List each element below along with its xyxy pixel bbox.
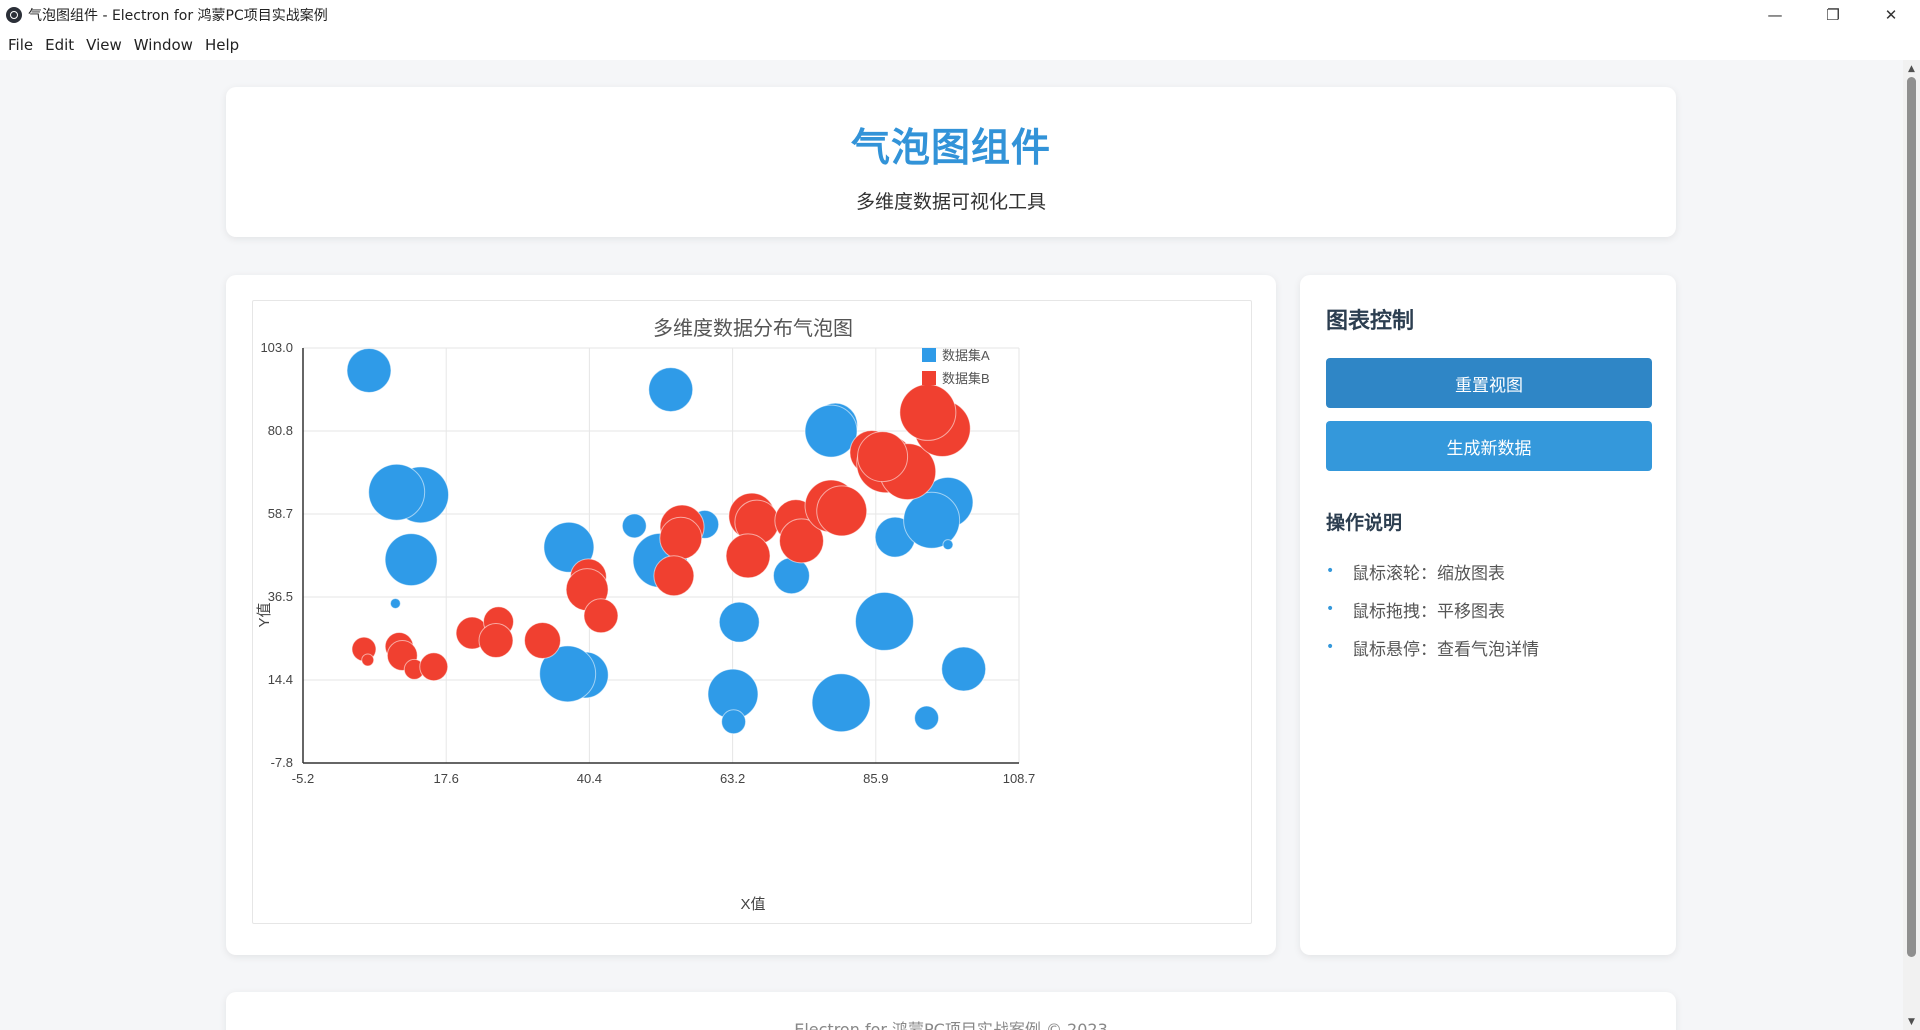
scroll-down-arrow-icon[interactable]: ▼ xyxy=(1903,1013,1920,1030)
bubble-point[interactable] xyxy=(659,516,703,560)
minimize-button[interactable]: — xyxy=(1746,0,1804,30)
chart-legend[interactable]: 数据集A 数据集B xyxy=(922,348,990,386)
chart-frame[interactable]: 多维度数据分布气泡图 -5.2 17.6 40.4 63.2 85.9 108.7 103.… xyxy=(252,300,1252,924)
y-tick-label: 103.0 xyxy=(260,340,293,355)
bubble-point[interactable] xyxy=(389,597,401,609)
menu-edit[interactable]: Edit xyxy=(39,30,80,60)
footer-text: Electron for 鸿蒙PC项目实战案例 © 2023 xyxy=(794,1020,1108,1030)
menu-file[interactable]: File xyxy=(2,30,39,60)
page-title: 气泡图组件 xyxy=(850,126,1051,171)
header-card: 气泡图组件 多维度数据可视化工具 xyxy=(226,87,1676,237)
bubble-point[interactable] xyxy=(361,653,375,667)
y-tick-label: 58.7 xyxy=(268,506,293,521)
bubble-point[interactable] xyxy=(721,709,747,735)
help-item: • 鼠标滚轮：缩放图表 xyxy=(1326,552,1539,590)
bubble-point[interactable] xyxy=(478,623,514,659)
bullet-icon: • xyxy=(1326,601,1335,617)
app-icon xyxy=(6,7,22,23)
bubble-chart[interactable]: 多维度数据分布气泡图 -5.2 17.6 40.4 63.2 85.9 108.7 103.… xyxy=(253,301,1253,925)
menu-bar: File Edit View Window Help xyxy=(0,30,1920,60)
title-bar: 气泡图组件 - Electron for 鸿蒙PC项目实战案例 — ❐ ✕ xyxy=(0,0,1920,30)
y-tick-label: 80.8 xyxy=(268,423,293,438)
bubble-point[interactable] xyxy=(811,673,871,733)
help-item: • 鼠标悬停：查看气泡详情 xyxy=(1326,628,1539,666)
chart-card: 多维度数据分布气泡图 -5.2 17.6 40.4 63.2 85.9 108.7 103.… xyxy=(226,275,1276,955)
scroll-up-arrow-icon[interactable]: ▲ xyxy=(1903,60,1920,77)
bubble-point[interactable] xyxy=(942,539,954,551)
chart-bubbles xyxy=(346,347,987,735)
scrollbar-thumb[interactable] xyxy=(1907,77,1916,957)
bubble-point[interactable] xyxy=(854,591,914,651)
bubble-point[interactable] xyxy=(419,652,449,682)
x-tick-label: 85.9 xyxy=(863,771,888,786)
x-axis-label: X值 xyxy=(740,896,765,913)
bubble-point[interactable] xyxy=(903,491,961,549)
x-tick-label: -5.2 xyxy=(292,771,314,786)
bubble-point[interactable] xyxy=(621,513,647,539)
generate-data-button[interactable]: 生成新数据 xyxy=(1326,421,1652,471)
legend-swatch xyxy=(922,348,936,362)
help-item-text: 鼠标滚轮：缩放图表 xyxy=(1352,563,1505,584)
bubble-point[interactable] xyxy=(941,646,987,692)
bubble-point[interactable] xyxy=(914,705,940,731)
y-tick-label: 14.4 xyxy=(268,672,293,687)
bubble-point[interactable] xyxy=(653,555,695,597)
legend-label[interactable]: 数据集B xyxy=(942,371,990,386)
menu-window[interactable]: Window xyxy=(128,30,199,60)
x-tick-label: 40.4 xyxy=(577,771,602,786)
x-tick-label: 108.7 xyxy=(1003,771,1036,786)
y-tick-label: 36.5 xyxy=(268,589,293,604)
bubble-point[interactable] xyxy=(718,601,760,643)
bubble-point[interactable] xyxy=(857,431,909,483)
help-list: • 鼠标滚轮：缩放图表 • 鼠标拖拽：平移图表 • 鼠标悬停：查看气泡详情 xyxy=(1326,552,1539,666)
bubble-point[interactable] xyxy=(899,383,957,441)
help-item-text: 鼠标悬停：查看气泡详情 xyxy=(1352,639,1539,660)
bubble-point[interactable] xyxy=(725,533,771,579)
bullet-icon: • xyxy=(1326,563,1335,579)
legend-label[interactable]: 数据集A xyxy=(942,348,990,363)
x-tick-label: 63.2 xyxy=(720,771,745,786)
help-title: 操作说明 xyxy=(1326,512,1403,534)
x-tick-label: 17.6 xyxy=(434,771,459,786)
chart-title: 多维度数据分布气泡图 xyxy=(653,317,853,340)
restore-button[interactable]: ❐ xyxy=(1804,0,1862,30)
control-panel-title: 图表控制 xyxy=(1326,309,1415,334)
window-controls: — ❐ ✕ xyxy=(1746,0,1920,30)
control-panel: 图表控制 重置视图 生成新数据 操作说明 • 鼠标滚轮：缩放图表 • 鼠标拖拽：平移… xyxy=(1300,275,1676,955)
bullet-icon: • xyxy=(1326,639,1335,655)
bubble-point[interactable] xyxy=(583,598,619,634)
page-subtitle: 多维度数据可视化工具 xyxy=(855,191,1046,213)
close-button[interactable]: ✕ xyxy=(1862,0,1920,30)
menu-help[interactable]: Help xyxy=(199,30,245,60)
footer-card: Electron for 鸿蒙PC项目实战案例 © 2023 xyxy=(226,992,1676,1030)
help-item-text: 鼠标拖拽：平移图表 xyxy=(1352,601,1505,622)
bubble-point[interactable] xyxy=(368,463,426,521)
bubble-point[interactable] xyxy=(384,533,438,587)
vertical-scrollbar[interactable]: ▲ ▼ xyxy=(1903,60,1920,1030)
legend-swatch xyxy=(922,371,936,385)
help-item: • 鼠标拖拽：平移图表 xyxy=(1326,590,1539,628)
bubble-point[interactable] xyxy=(648,367,694,413)
reset-view-button[interactable]: 重置视图 xyxy=(1326,358,1652,408)
bubble-point[interactable] xyxy=(346,347,392,393)
page-viewport: 气泡图组件 多维度数据可视化工具 多维度数据分布气泡图 -5.2 17.6 40.4… xyxy=(0,60,1903,1030)
bubble-point[interactable] xyxy=(816,485,868,537)
menu-view[interactable]: View xyxy=(80,30,128,60)
y-tick-label: -7.8 xyxy=(271,755,293,770)
bubble-point[interactable] xyxy=(524,622,562,660)
window-title: 气泡图组件 - Electron for 鸿蒙PC项目实战案例 xyxy=(28,8,328,24)
y-axis-label: Y值 xyxy=(256,602,273,627)
bubble-point[interactable] xyxy=(804,404,858,458)
